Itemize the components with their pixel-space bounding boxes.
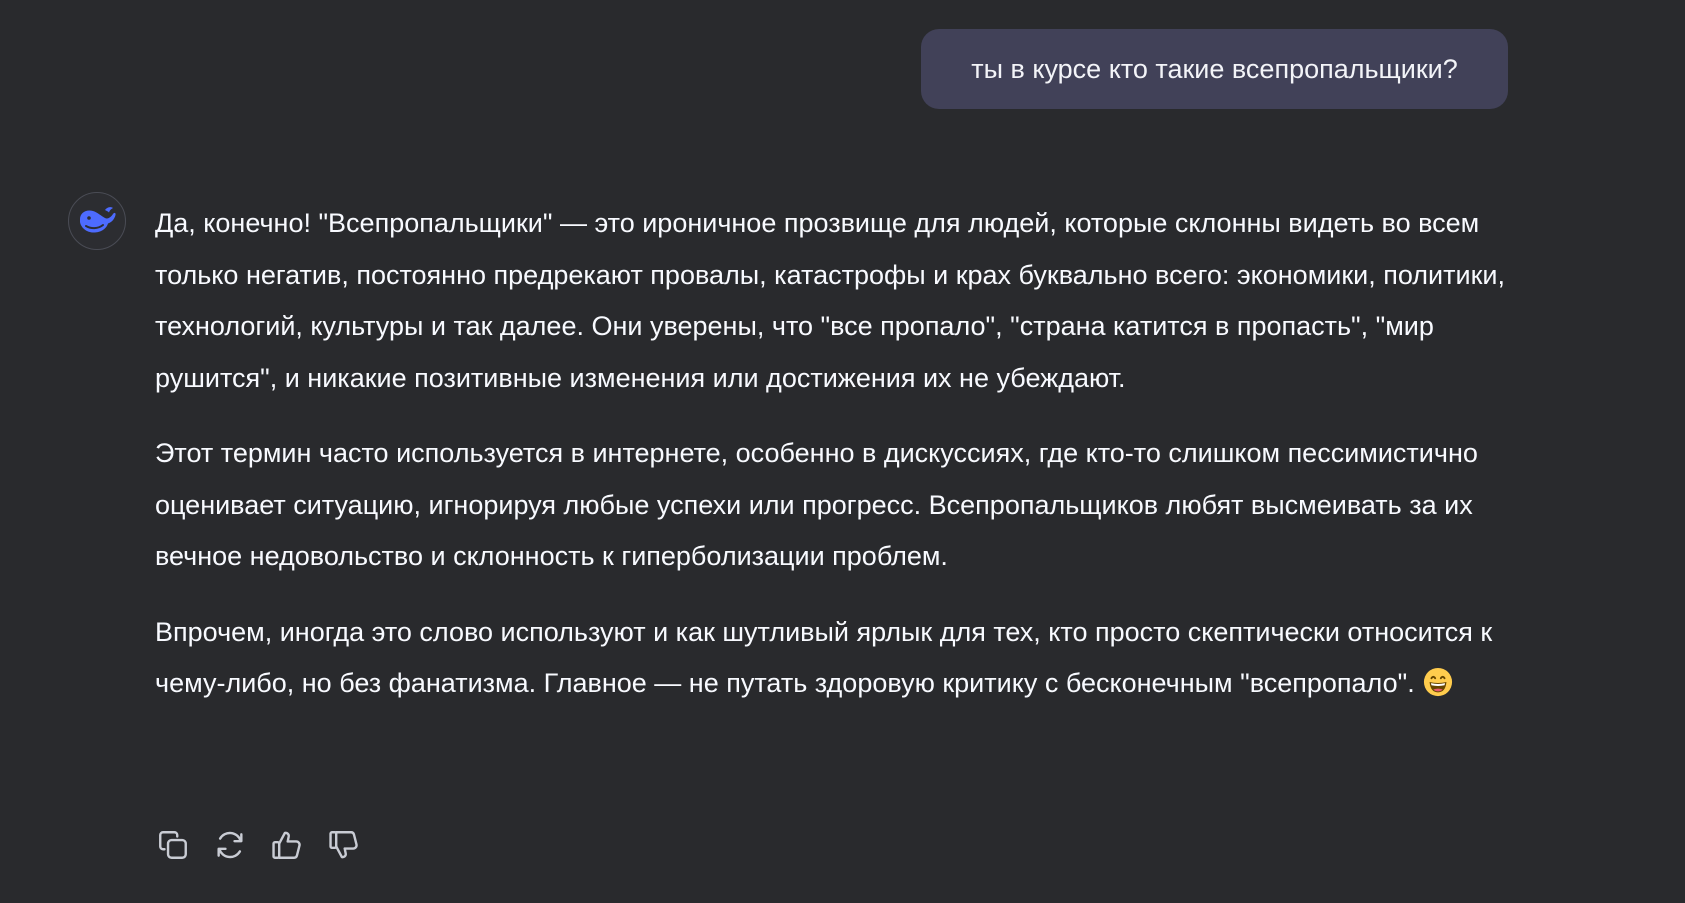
deepseek-whale-icon	[80, 207, 116, 233]
user-message-bubble: ты в курсе кто такие всепропальщики?	[921, 29, 1508, 109]
grinning-face-emoji-icon	[1423, 667, 1452, 697]
dislike-button[interactable]	[326, 827, 362, 863]
regenerate-button[interactable]	[212, 827, 248, 863]
assistant-message: Да, конечно! "Всепропальщики" — это ирон…	[155, 198, 1525, 734]
copy-icon	[159, 831, 187, 859]
assistant-paragraph-3: Впрочем, иногда это слово используют и к…	[155, 607, 1525, 710]
user-message-text: ты в курсе кто такие всепропальщики?	[971, 53, 1458, 84]
message-actions	[155, 827, 362, 863]
assistant-paragraph-1: Да, конечно! "Всепропальщики" — это ирон…	[155, 208, 1505, 393]
thumbs-down-icon	[329, 831, 358, 859]
assistant-paragraph-3-text: Впрочем, иногда это слово используют и к…	[155, 616, 1493, 699]
assistant-avatar	[68, 192, 126, 250]
copy-button[interactable]	[155, 827, 191, 863]
like-button[interactable]	[269, 827, 305, 863]
assistant-paragraph-2: Этот термин часто используется в интерне…	[155, 438, 1478, 571]
regenerate-icon	[217, 831, 243, 859]
thumbs-up-icon	[272, 831, 301, 859]
